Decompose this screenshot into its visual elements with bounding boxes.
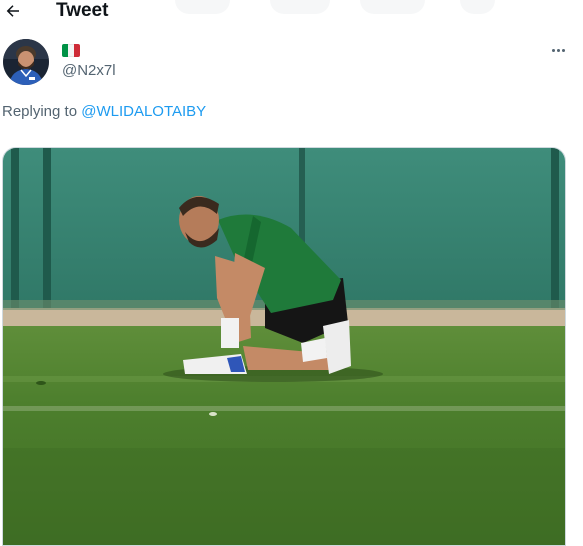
photo-image [3, 148, 565, 545]
header-ghost-shape [360, 0, 425, 14]
more-horizontal-icon [551, 48, 555, 52]
arrow-left-icon [6, 5, 19, 17]
avatar[interactable] [3, 39, 49, 85]
back-button[interactable] [2, 0, 24, 22]
header-ghost-shape [270, 0, 330, 14]
author-handle[interactable]: @N2x7l [62, 62, 116, 79]
reply-mention-link[interactable]: @WLIDALOTAIBY [81, 103, 206, 120]
header-ghost-shape [460, 0, 495, 14]
more-options-button[interactable] [548, 42, 568, 58]
replying-to-line: Replying to @WLIDALOTAIBY [2, 103, 206, 120]
replying-prefix: Replying to [2, 103, 82, 120]
tweet-page: Tweet @N2x7l Replying to @WLIDALOTAIBY [0, 0, 583, 546]
tweet-header: Tweet [0, 0, 583, 26]
page-title: Tweet [56, 0, 109, 21]
italy-flag-icon [62, 44, 80, 57]
header-ghost-shape [175, 0, 230, 14]
tweet-photo[interactable] [2, 147, 566, 546]
